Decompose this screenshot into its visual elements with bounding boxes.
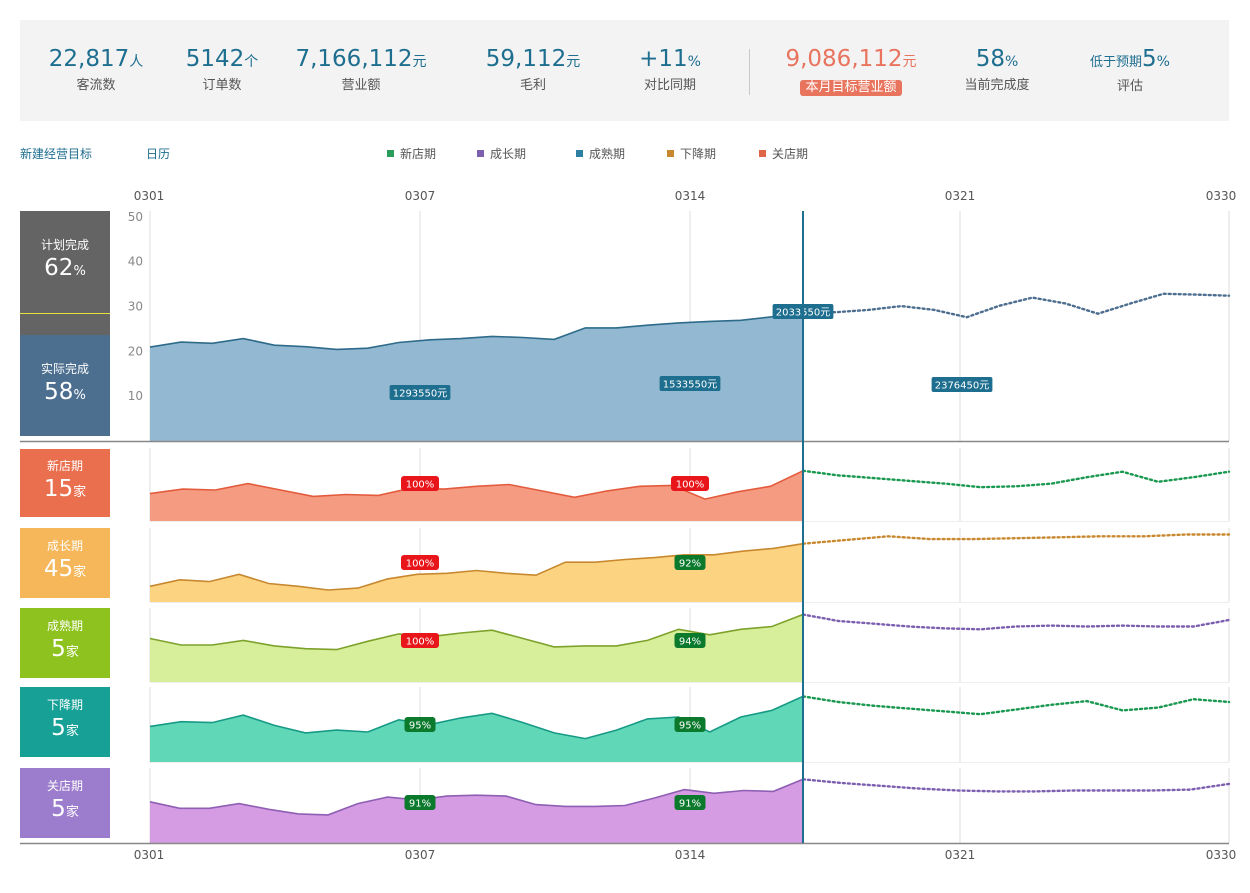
actual-area bbox=[150, 543, 803, 602]
y-tick-label: 20 bbox=[128, 344, 143, 358]
forecast-line bbox=[801, 533, 1231, 545]
y-tick-label: 50 bbox=[128, 210, 143, 224]
percent-tag-label: 95% bbox=[409, 721, 431, 732]
forecast-line bbox=[801, 695, 1231, 716]
forecast-line bbox=[801, 469, 1231, 489]
percent-tag-label: 100% bbox=[406, 559, 435, 570]
forecast-line bbox=[801, 613, 1231, 631]
percent-tag-label: 92% bbox=[679, 559, 701, 570]
value-tag-label: 2376450元 bbox=[935, 381, 990, 392]
value-tag-label: 1533550元 bbox=[663, 380, 718, 391]
percent-tag-label: 91% bbox=[679, 799, 701, 810]
forecast-line bbox=[801, 778, 1231, 793]
percent-tag-label: 100% bbox=[676, 480, 705, 491]
percent-tag-label: 94% bbox=[679, 637, 701, 648]
percent-tag-label: 100% bbox=[406, 637, 435, 648]
y-tick-label: 10 bbox=[128, 389, 143, 403]
stage-trend-charts: 10203040501293550元1533550元2033550元237645… bbox=[20, 210, 1231, 845]
y-tick-label: 30 bbox=[128, 300, 143, 314]
actual-area bbox=[150, 614, 803, 682]
y-tick-label: 40 bbox=[128, 255, 143, 269]
value-tag-label: 1293550元 bbox=[393, 389, 448, 400]
forecast-line bbox=[801, 292, 1231, 319]
percent-tag-label: 91% bbox=[409, 799, 431, 810]
actual-area bbox=[150, 779, 803, 843]
percent-tag-label: 100% bbox=[406, 480, 435, 491]
percent-tag-label: 95% bbox=[679, 721, 701, 732]
